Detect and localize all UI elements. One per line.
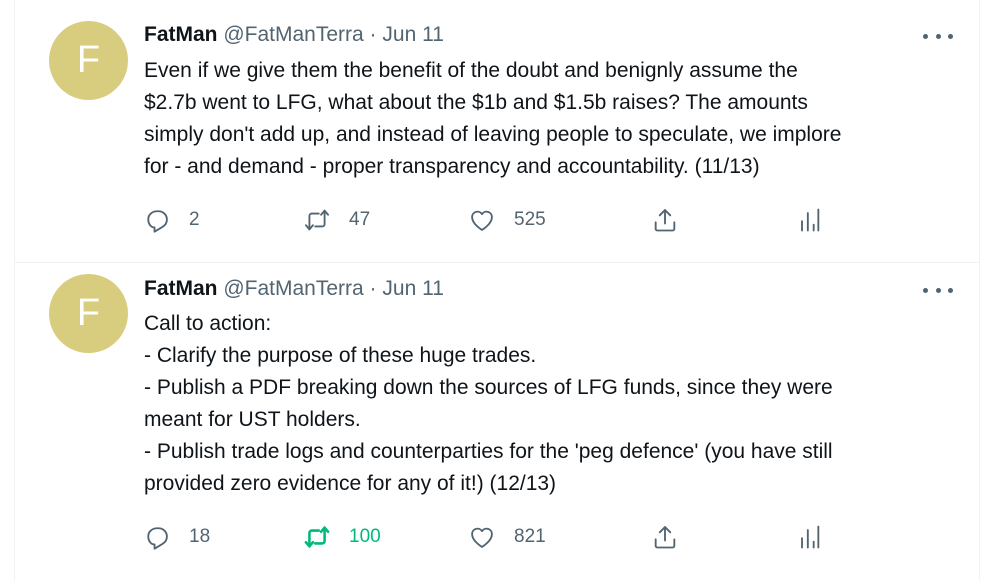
tweet-text-line: meant for UST holders. bbox=[144, 408, 361, 431]
tweet-text-line: $2.7b went to LFG, what about the $1b an… bbox=[144, 91, 808, 114]
tweet-text: Call to action: - Clarify the purpose of… bbox=[144, 308, 954, 500]
tweet[interactable]: F FatMan @FatManTerra · Jun 11 Even if w… bbox=[15, 0, 979, 263]
share-button[interactable] bbox=[651, 520, 679, 554]
reply-button[interactable]: 18 bbox=[143, 520, 210, 554]
reply-button[interactable]: 2 bbox=[143, 203, 200, 237]
tweet-header: FatMan @FatManTerra · Jun 11 bbox=[144, 21, 444, 49]
more-options-button[interactable] bbox=[923, 26, 953, 46]
more-icon bbox=[923, 33, 928, 39]
tweet-date[interactable]: Jun 11 bbox=[382, 23, 444, 46]
more-options-button[interactable] bbox=[923, 280, 953, 300]
retweet-count: 47 bbox=[349, 209, 371, 230]
tweet-text-line: - Clarify the purpose of these huge trad… bbox=[144, 344, 537, 367]
author-handle[interactable]: @FatManTerra bbox=[223, 23, 363, 46]
timeline: F FatMan @FatManTerra · Jun 11 Even if w… bbox=[14, 0, 980, 580]
reply-icon bbox=[147, 527, 168, 550]
more-icon-dot bbox=[935, 33, 941, 39]
analytics-icon bbox=[801, 208, 820, 232]
tweet-text-line: for - and demand - proper transparency a… bbox=[144, 155, 760, 178]
retweet-count: 100 bbox=[349, 526, 381, 547]
analytics-icon bbox=[801, 525, 820, 549]
retweet-button[interactable]: 100 bbox=[303, 520, 381, 554]
reply-count: 2 bbox=[189, 209, 200, 230]
tweet-date[interactable]: Jun 11 bbox=[382, 277, 444, 300]
reply-icon bbox=[147, 210, 168, 233]
retweet-icon bbox=[304, 526, 330, 548]
more-icon-dot bbox=[935, 287, 941, 293]
tweet-text-line: simply don't add up, and instead of leav… bbox=[144, 123, 842, 146]
tweet-text-line: - Publish trade logs and counterparties … bbox=[144, 440, 833, 463]
author-handle[interactable]: @FatManTerra bbox=[223, 277, 363, 300]
like-count: 525 bbox=[514, 209, 546, 230]
share-icon bbox=[654, 526, 676, 549]
tweet-text-line: Call to action: bbox=[144, 312, 272, 335]
tweet-text-line: - Publish a PDF breaking down the source… bbox=[144, 376, 833, 399]
tweet-text-line: Even if we give them the benefit of the … bbox=[144, 59, 798, 82]
share-button[interactable] bbox=[651, 203, 679, 237]
more-icon bbox=[923, 287, 928, 293]
tweet-text: Even if we give them the benefit of the … bbox=[144, 55, 954, 183]
analytics-button[interactable] bbox=[795, 203, 823, 237]
like-count: 821 bbox=[514, 526, 546, 547]
avatar[interactable]: F bbox=[49, 274, 128, 353]
author-name[interactable]: FatMan bbox=[144, 277, 218, 300]
heart-icon bbox=[471, 210, 493, 231]
like-button[interactable]: 821 bbox=[468, 520, 546, 554]
share-icon bbox=[654, 209, 676, 232]
retweet-icon bbox=[304, 209, 330, 231]
heart-icon bbox=[471, 527, 493, 548]
avatar[interactable]: F bbox=[49, 21, 128, 100]
analytics-button[interactable] bbox=[795, 520, 823, 554]
tweet-text-line: provided zero evidence for any of it!) (… bbox=[144, 472, 557, 495]
avatar-letter: F bbox=[76, 292, 101, 334]
tweet[interactable]: F FatMan @FatManTerra · Jun 11 Call to a… bbox=[15, 262, 979, 580]
tweet-actions: 2 47 525 bbox=[143, 203, 833, 237]
more-icon-dot bbox=[948, 33, 953, 39]
author-name[interactable]: FatMan bbox=[144, 23, 218, 46]
reply-count: 18 bbox=[189, 526, 211, 547]
separator: · bbox=[369, 277, 377, 300]
avatar-letter: F bbox=[76, 39, 101, 81]
like-button[interactable]: 525 bbox=[468, 203, 546, 237]
retweet-button[interactable]: 47 bbox=[303, 203, 370, 237]
more-icon-dot bbox=[948, 287, 953, 293]
tweet-header: FatMan @FatManTerra · Jun 11 bbox=[144, 275, 444, 303]
separator: · bbox=[369, 23, 377, 46]
tweet-actions: 18 100 821 bbox=[143, 520, 833, 554]
